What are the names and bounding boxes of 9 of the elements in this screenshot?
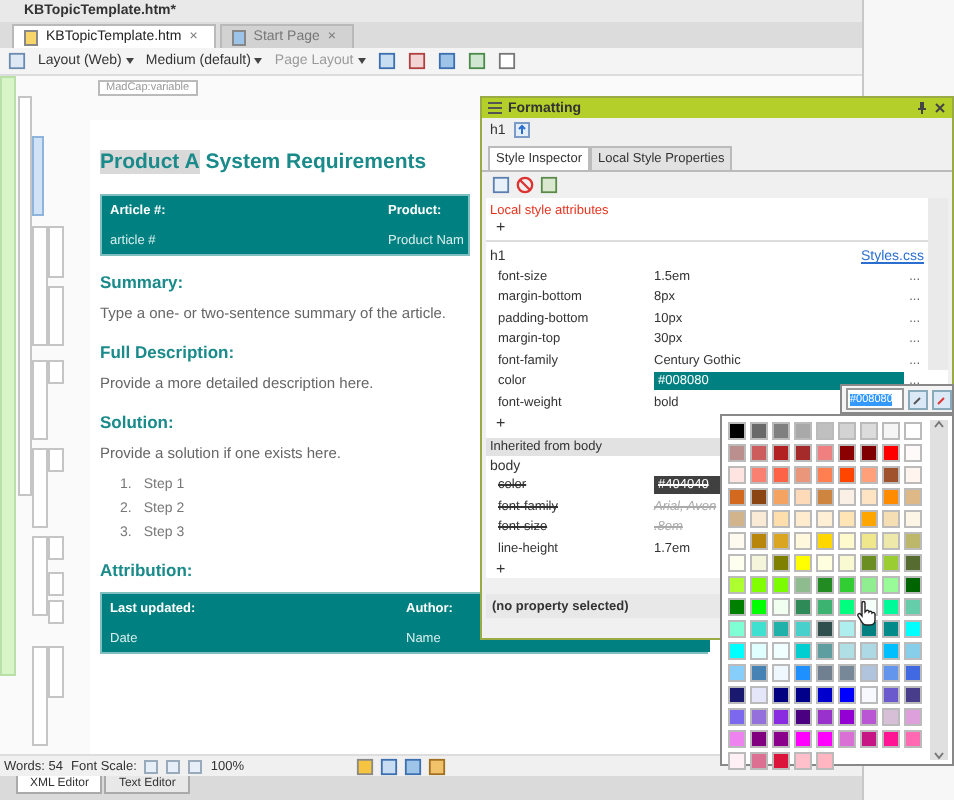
heading-text: System Requirements <box>205 150 427 174</box>
section-heading: Summary: <box>100 272 184 292</box>
section-heading: Full Description: <box>100 342 235 362</box>
add-button[interactable]: + <box>486 559 506 577</box>
section-heading: Attribution: <box>100 560 193 580</box>
add-button[interactable]: + <box>486 218 506 236</box>
add-button[interactable]: + <box>486 413 506 431</box>
section-heading: Solution: <box>100 412 174 432</box>
heading-text: Product A <box>100 150 200 174</box>
